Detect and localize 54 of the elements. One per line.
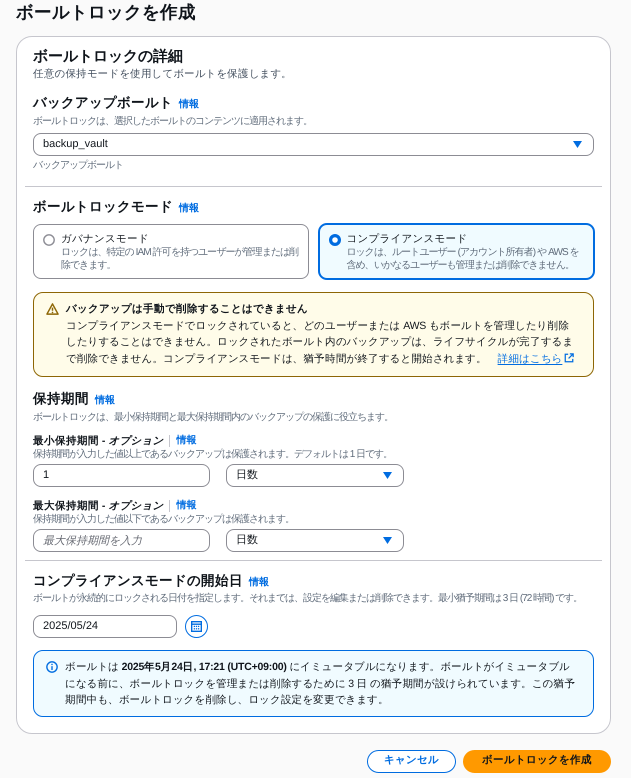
section-heading: 保持期間 (33, 390, 89, 408)
number-input[interactable]: 最大保持期間を入力 (33, 529, 210, 552)
info-icon (46, 661, 58, 673)
radio-selected-icon (328, 234, 340, 246)
external-link-icon (564, 352, 574, 362)
section-heading: バックアップボールト (33, 94, 173, 112)
option-description: ロックは、ルートユーザー (アカウント所有者) や AWS を含め、いかなるユーザーも管理または削除できません。 (346, 246, 580, 272)
info-link[interactable]: 情報 (179, 203, 199, 215)
info-link[interactable]: 情報 (179, 99, 199, 111)
select-value: backup_vault (43, 137, 108, 152)
select-value: 日数 (236, 468, 258, 484)
caret-down-icon (383, 537, 392, 544)
select-field[interactable]: 日数 (226, 529, 404, 552)
mode-option-card[interactable]: ガバナンスモード ロックは、特定の IAM 許可を持つユーザーが管理または削除できます。 (33, 224, 308, 279)
calendar-button[interactable] (185, 615, 208, 638)
select-field[interactable]: backup_vault (33, 133, 594, 156)
card-heading: ボールトロックの詳細 (33, 47, 184, 67)
field-description: 保持期間が入力した値以下であるバックアップは保護されます。 (33, 513, 295, 526)
alert-title: バックアップは手動で削除することはできません (66, 302, 309, 317)
section-heading: ボールトロックモード (33, 198, 173, 216)
cancel-button[interactable]: キャンセル (367, 750, 456, 772)
section-heading: コンプライアンスモードの開始日 (33, 572, 243, 590)
radio-icon (43, 234, 55, 246)
option-title: コンプライアンスモード (346, 232, 468, 246)
page-title: ボールトロックを作成 (16, 1, 197, 24)
option-title: ガバナンスモード (61, 232, 150, 246)
field-description: 保持期間が入力した値以上であるバックアップは保護されます。デフォルトは 1 日です。 (33, 448, 394, 461)
field-label: 最小保持期間 - オプション (33, 434, 164, 448)
input-value: 1 (43, 468, 50, 484)
caret-down-icon (383, 472, 392, 479)
info-link[interactable]: 情報 (176, 435, 196, 447)
create-button[interactable]: ボールトロックを作成 (463, 750, 611, 772)
section-description: ボールトロックは、最小保持期間と最大保持期間内のバックアップの保護に役立ちます。 (33, 411, 394, 424)
section-description: ボールトが永続的にロックされる日付を指定します。それまでは、設定を編集または削除できます。最小猶予期間は 3 日 (72 時間) です。 (33, 592, 584, 605)
mode-option-card[interactable]: コンプライアンスモード ロックは、ルートユーザー (アカウント所有者) や AWS を含め、いかなるユーザーも管理または削除できません。 (318, 224, 594, 279)
select-value: 日数 (236, 533, 258, 548)
option-description: ロックは、特定の IAM 許可を持つユーザーが管理または削除できます。 (61, 246, 300, 272)
card-description: 任意の保持モードを使用してボールトを保護します。 (33, 67, 293, 81)
date-input[interactable]: 2025/05/24 (33, 615, 177, 638)
select-field[interactable]: 日数 (226, 464, 404, 487)
info-link[interactable]: 情報 (249, 577, 269, 589)
field-description: ボールトロックは、選択したボールトのコンテンツに適用されます。 (33, 115, 313, 128)
caret-down-icon (573, 141, 582, 148)
alert-text: コンプライアンスモードでロックされていると、どのユーザーまたは AWS もボールトを管理したり削除したりすることはできません。ロックされたボールト内のバックアップは、ライフサイクルが完了するまで削除できません。コンプライアンスモードは、猶予時間が終了すると開始されます。 詳細はこちら (66, 318, 576, 366)
field-label: 最大保持期間 - オプション (33, 499, 164, 513)
info-link[interactable]: 情報 (176, 500, 196, 512)
field-constraint: バックアップボールト (33, 159, 124, 172)
info-link[interactable]: 情報 (95, 395, 115, 407)
learn-more-link[interactable]: 詳細はこちら (498, 352, 574, 364)
input-value: 2025/05/24 (43, 619, 98, 634)
warning-icon (46, 303, 59, 315)
calendar-icon (191, 621, 202, 632)
alert-text: ボールトは 2025年5月24日, 17:21 (UTC+09:00) にイミュータブルになります。ボールトがイミュータブルになる前に、ボールトロックを管理または削除するために 3 日 の猶予期間が設けられています。この猶予期間中も、ボールトロックを削除し、ロック設定を変更できます。 (65, 660, 576, 708)
number-input[interactable]: 1 (33, 464, 210, 487)
